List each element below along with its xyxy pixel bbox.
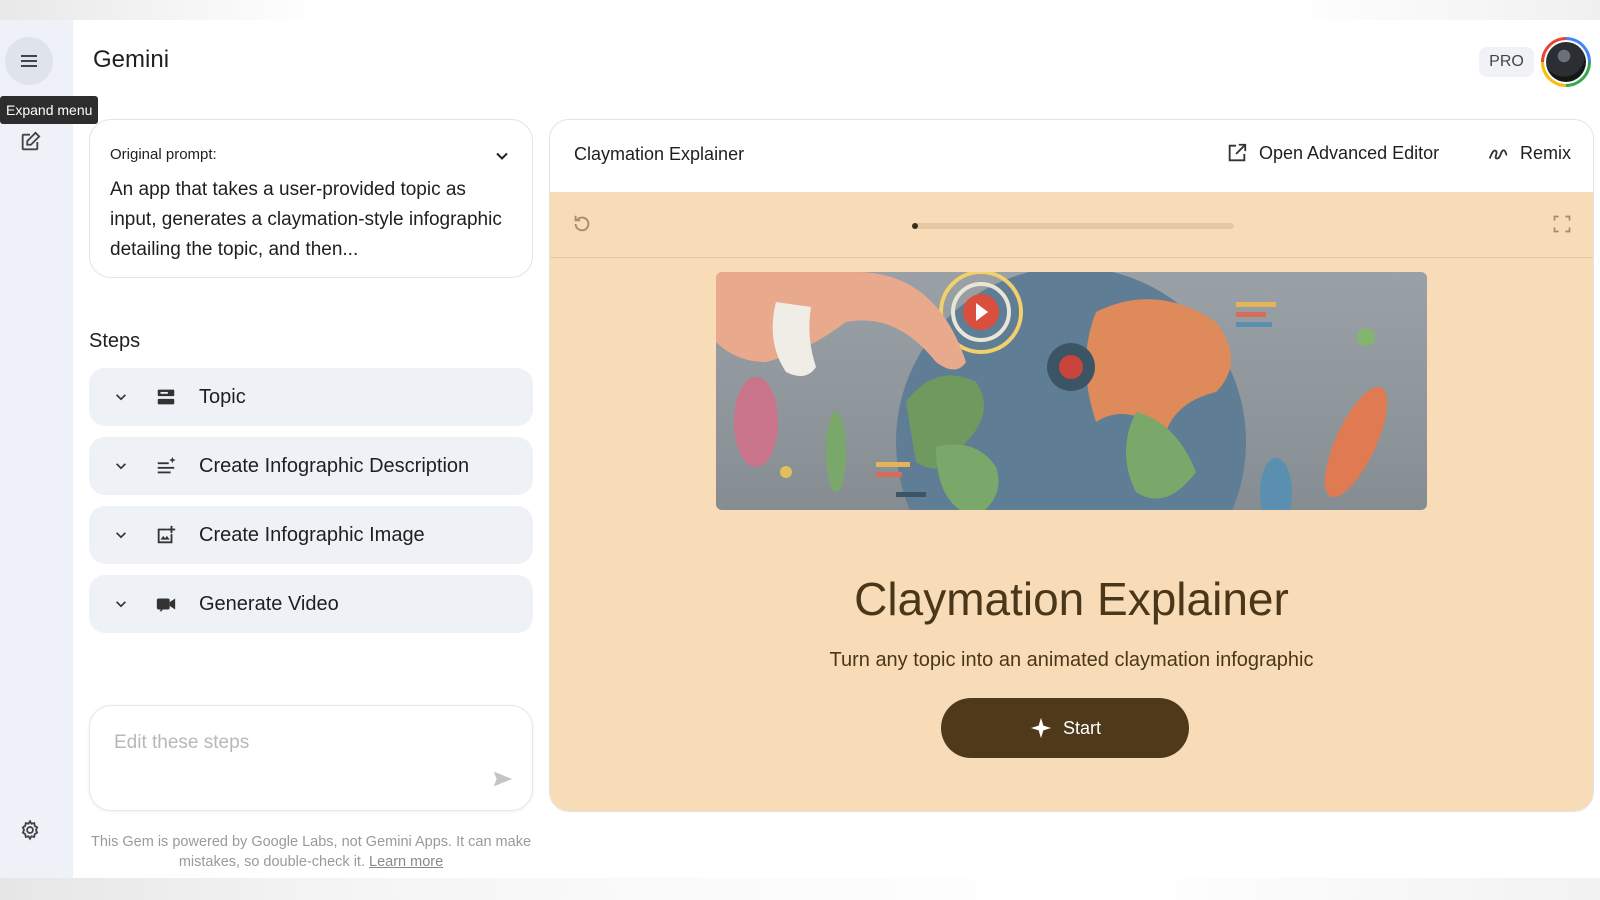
step-create-infographic-description[interactable]: Create Infographic Description (89, 437, 533, 495)
send-button[interactable] (490, 766, 516, 792)
chevron-down-icon (109, 385, 133, 409)
open-advanced-editor-label: Open Advanced Editor (1259, 142, 1440, 163)
claymation-hero-image (716, 272, 1427, 510)
avatar-frame (1544, 40, 1588, 84)
avatar-image (1546, 42, 1586, 82)
prompt-expand-button[interactable] (492, 146, 512, 166)
new-chat-button[interactable] (14, 126, 46, 158)
settings-button[interactable] (14, 814, 46, 846)
open-advanced-editor-button[interactable]: Open Advanced Editor (1225, 141, 1439, 165)
step-label: Create Infographic Image (199, 523, 425, 546)
chevron-down-icon (109, 454, 133, 478)
start-button[interactable]: Start (941, 698, 1189, 758)
panel-header: Claymation Explainer Open Advanced Edito… (550, 120, 1593, 192)
progress-handle[interactable] (912, 223, 918, 229)
chevron-down-icon (496, 152, 508, 160)
playback-progress[interactable] (912, 223, 1234, 229)
edit-steps-input[interactable] (114, 732, 474, 754)
hero-title: Claymation Explainer (854, 573, 1289, 625)
pro-badge: PRO (1479, 47, 1534, 77)
sparkle-icon (1029, 716, 1053, 740)
original-prompt-card: Original prompt: An app that takes a use… (89, 119, 533, 278)
add-image-icon (153, 522, 179, 548)
preview-toolbar (550, 192, 1593, 258)
send-icon (493, 771, 513, 787)
hero-subtitle: Turn any topic into an animated claymati… (829, 649, 1314, 671)
remix-icon (1486, 141, 1510, 165)
step-create-infographic-image[interactable]: Create Infographic Image (89, 506, 533, 564)
steps-heading: Steps (89, 330, 141, 352)
step-label: Topic (199, 385, 246, 408)
edit-square-icon (21, 131, 41, 151)
original-prompt-label: Original prompt: (110, 146, 217, 163)
text-sparkle-icon (153, 453, 179, 479)
panel-title: Claymation Explainer (574, 144, 745, 164)
learn-more-link[interactable]: Learn more (369, 854, 443, 870)
video-icon (153, 591, 179, 617)
refresh-icon (574, 215, 590, 232)
expand-menu-button[interactable] (5, 37, 53, 85)
step-label: Generate Video (199, 592, 339, 615)
original-prompt-text: An app that takes a user-provided topic … (110, 179, 502, 260)
gear-icon (21, 819, 39, 841)
edit-steps-box (89, 705, 533, 811)
app-preview-panel: Claymation Explainer Open Advanced Edito… (549, 119, 1594, 812)
fullscreen-icon (1553, 215, 1571, 233)
reload-button[interactable] (570, 212, 594, 236)
hamburger-icon (21, 55, 37, 67)
remix-label: Remix (1520, 142, 1572, 163)
open-in-new-icon (1225, 141, 1249, 165)
bottom-edge (0, 878, 1600, 900)
account-avatar[interactable] (1541, 37, 1591, 87)
step-label: Create Infographic Description (199, 454, 470, 477)
app-title: Gemini (93, 46, 170, 73)
chevron-down-icon (109, 523, 133, 547)
top-edge (0, 0, 1600, 20)
expand-menu-tooltip: Expand menu (0, 96, 99, 124)
disclaimer-text: This Gem is powered by Google Labs, not … (90, 834, 532, 870)
preview-area: Claymation Explainer Turn any topic into… (550, 192, 1593, 811)
remix-button[interactable]: Remix (1486, 141, 1571, 165)
step-generate-video[interactable]: Generate Video (89, 575, 533, 633)
text-field-icon (153, 384, 179, 410)
step-topic[interactable]: Topic (89, 368, 533, 426)
disclaimer: This Gem is powered by Google Labs, not … (89, 832, 533, 872)
fullscreen-button[interactable] (1550, 212, 1574, 236)
chevron-down-icon (109, 592, 133, 616)
start-label: Start (1062, 717, 1101, 738)
